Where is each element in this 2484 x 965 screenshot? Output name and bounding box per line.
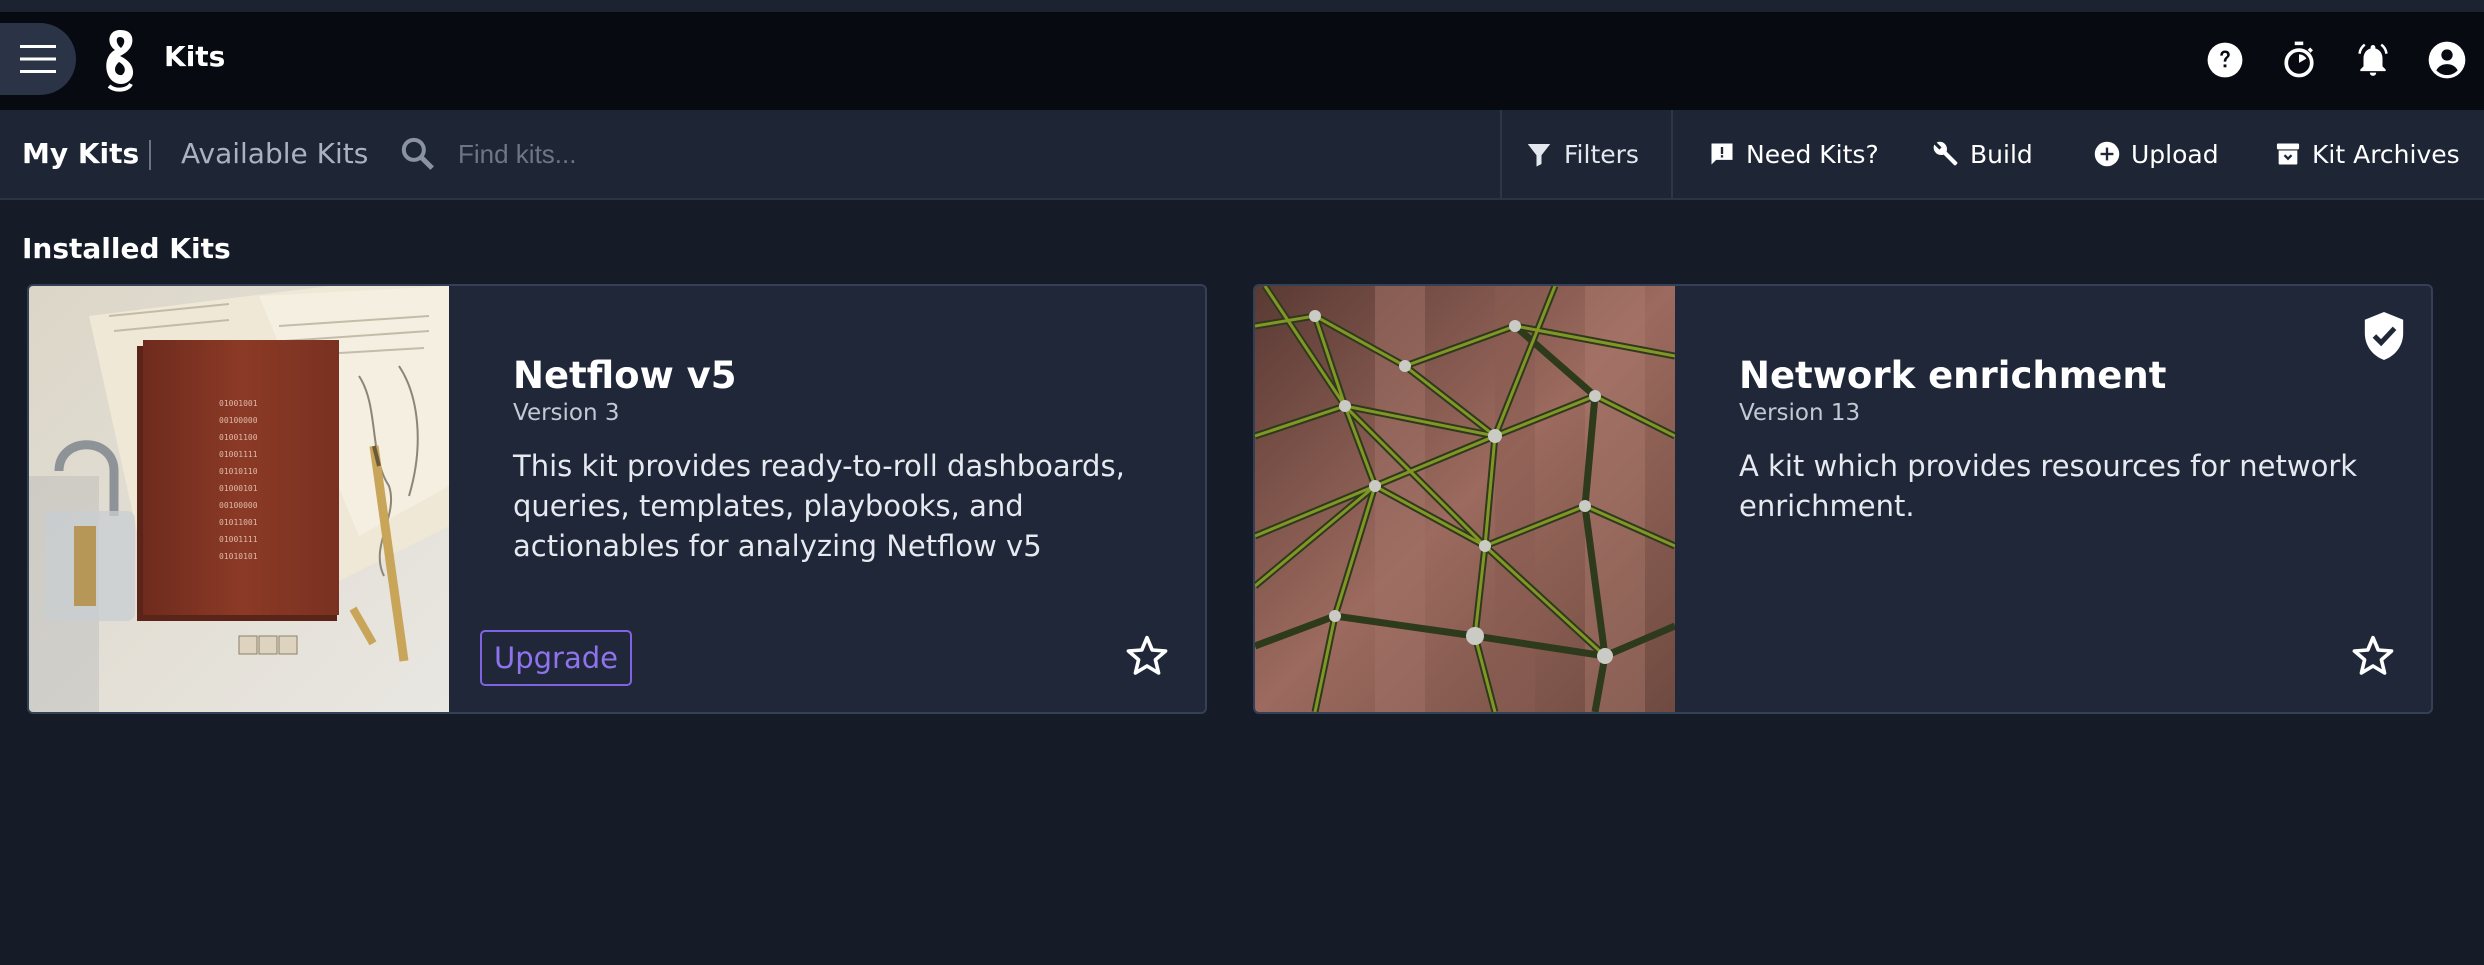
svg-text:01001111: 01001111	[219, 535, 258, 544]
toolbar-divider	[1671, 110, 1673, 198]
kit-card-network-enrichment[interactable]: Network enrichment Version 13 A kit whic…	[1253, 284, 2433, 714]
kit-version: Version 13	[1739, 400, 1861, 426]
svg-text:01011001: 01011001	[219, 518, 258, 527]
feedback-icon	[1711, 143, 1733, 165]
menu-button[interactable]	[0, 23, 76, 95]
star-icon[interactable]	[1123, 632, 1171, 680]
timer-button[interactable]	[2262, 32, 2336, 88]
upload-button[interactable]: Upload	[2093, 132, 2219, 176]
kit-description: A kit which provides resources for netwo…	[1739, 449, 2358, 523]
svg-text:00100000: 00100000	[219, 416, 258, 425]
svg-text:01010110: 01010110	[219, 467, 258, 476]
hamburger-icon	[20, 45, 56, 73]
kits-toolbar: My Kits Available Kits Filters Need Kits…	[0, 110, 2484, 200]
need-kits-label: Need Kits?	[1746, 139, 1879, 169]
archive-icon	[2276, 143, 2300, 165]
filter-icon	[1527, 144, 1551, 167]
kit-name: Netflow v5	[513, 354, 737, 397]
need-kits-button[interactable]: Need Kits?	[1708, 132, 1879, 176]
notifications-button[interactable]	[2336, 32, 2410, 88]
svg-text:00100000: 00100000	[219, 501, 258, 510]
add-circle-icon	[2094, 141, 2120, 167]
app-bar: Kits	[0, 12, 2484, 110]
gravwell-logo-icon[interactable]	[100, 26, 140, 92]
svg-text:01001100: 01001100	[219, 433, 258, 442]
kit-archives-label: Kit Archives	[2312, 139, 2460, 169]
verified-shield-icon	[2364, 312, 2404, 360]
kit-card-netflow-v5[interactable]: 01001001 00100000 01001100 01001111 010101…	[27, 284, 1207, 714]
kit-version: Version 3	[513, 400, 620, 426]
upgrade-button[interactable]: Upgrade	[480, 630, 632, 686]
timer-icon	[2284, 41, 2314, 78]
kit-archives-button[interactable]: Kit Archives	[2274, 132, 2460, 176]
star-icon[interactable]	[2349, 632, 2397, 680]
svg-text:01010101: 01010101	[219, 552, 258, 561]
tab-my-kits[interactable]: My Kits	[22, 137, 139, 170]
build-label: Build	[1970, 139, 2033, 169]
tab-divider	[149, 140, 151, 170]
installed-kits-heading: Installed Kits	[22, 232, 231, 265]
search-icon	[401, 137, 434, 170]
svg-text:01001111: 01001111	[219, 450, 258, 459]
rope-network-image	[1255, 286, 1675, 712]
help-icon	[2207, 42, 2243, 78]
window-top-strip	[0, 0, 2484, 12]
svg-text:01000101: 01000101	[219, 484, 258, 493]
notifications-bell-icon	[2358, 43, 2388, 76]
kit-search-input[interactable]	[456, 132, 1140, 176]
kit-name: Network enrichment	[1739, 354, 2167, 397]
kit-description: This kit provides ready-to-roll dashboar…	[513, 449, 1125, 563]
build-button[interactable]: Build	[1932, 132, 2033, 176]
svg-text:01001001: 01001001	[219, 399, 258, 408]
help-button[interactable]	[2188, 32, 2262, 88]
tab-available-kits[interactable]: Available Kits	[181, 137, 368, 170]
account-icon	[2428, 41, 2466, 79]
red-notebook-padlock-image: 01001001 00100000 01001100 01001111 010101…	[29, 286, 449, 712]
page-title: Kits	[164, 40, 226, 73]
account-button[interactable]	[2410, 32, 2484, 88]
filters-label: Filters	[1564, 139, 1639, 169]
toolbar-divider	[1500, 110, 1502, 198]
upload-label: Upload	[2131, 139, 2219, 169]
filters-button[interactable]: Filters	[1524, 132, 1639, 176]
wrench-icon	[1933, 141, 1958, 166]
